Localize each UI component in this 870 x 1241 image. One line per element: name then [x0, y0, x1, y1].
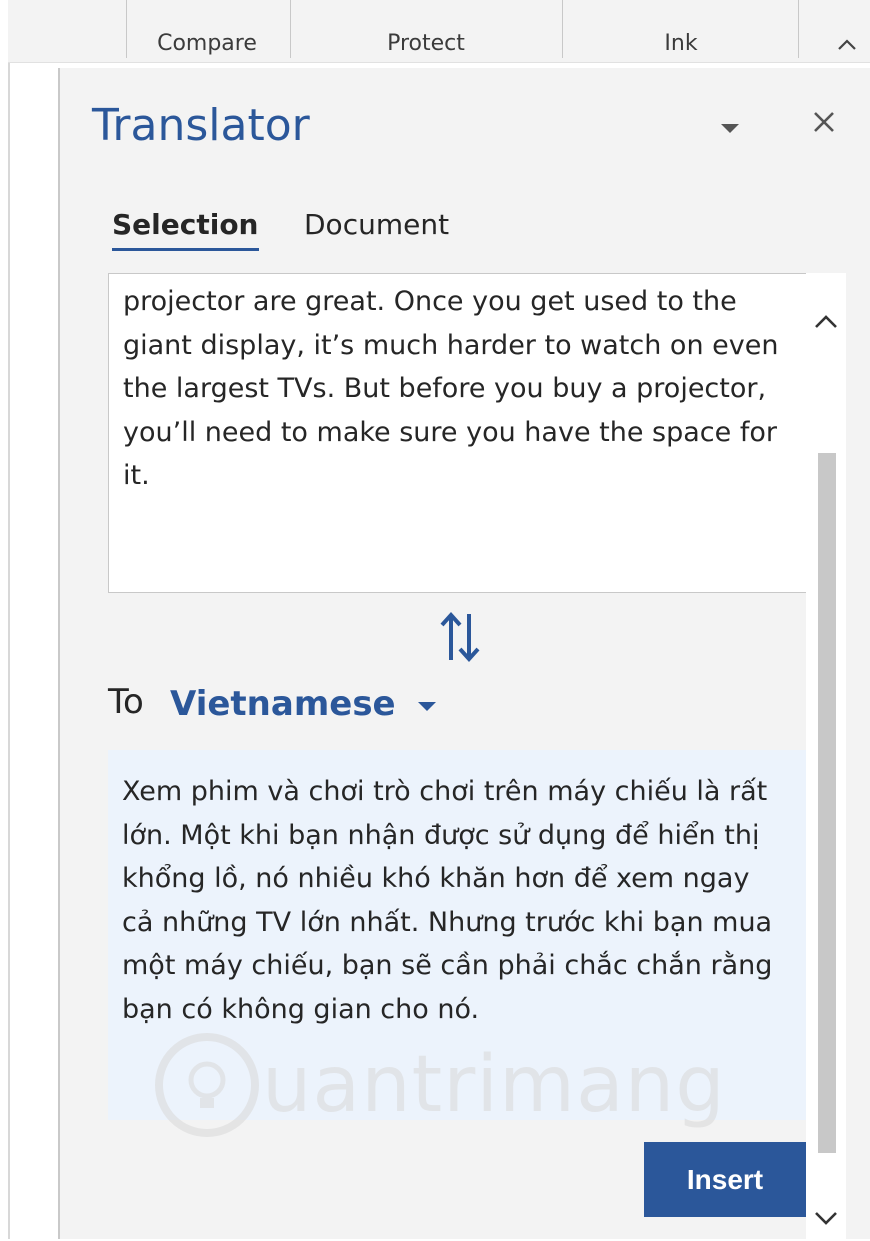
- insert-button[interactable]: Insert: [644, 1142, 806, 1217]
- translated-text: Xem phim và chơi trò chơi trên máy chiếu…: [122, 776, 773, 1025]
- tab-selection[interactable]: Selection: [112, 208, 259, 251]
- translated-text-box: Xem phim và chơi trò chơi trên máy chiếu…: [108, 750, 806, 1120]
- pane-options-button[interactable]: [710, 108, 750, 148]
- chevron-down-icon: [815, 1212, 837, 1225]
- to-label: To: [108, 682, 144, 722]
- ribbon-group-label: Compare: [157, 31, 257, 56]
- pane-title: Translator: [92, 100, 310, 151]
- collapse-ribbon-button[interactable]: [834, 32, 860, 56]
- ribbon-group-label: Protect: [387, 31, 465, 56]
- target-language-value: Vietnamese: [170, 684, 396, 724]
- ribbon-group-compare[interactable]: Compare: [126, 0, 287, 58]
- scroll-thumb[interactable]: [818, 453, 836, 1153]
- close-icon: [814, 112, 834, 132]
- source-text: projector are great. Once you get used t…: [123, 286, 779, 491]
- close-pane-button[interactable]: [804, 102, 844, 142]
- tab-document[interactable]: Document: [304, 208, 449, 241]
- source-text-box[interactable]: projector are great. Once you get used t…: [108, 273, 807, 593]
- pane-scrollbar[interactable]: [806, 273, 846, 1239]
- ribbon-group-protect[interactable]: Protect: [290, 0, 561, 58]
- scroll-up-button[interactable]: [806, 303, 846, 339]
- translator-pane: Translator Selection Document projector …: [58, 68, 870, 1239]
- window-edge: [8, 0, 10, 1239]
- caret-down-icon: [721, 124, 739, 133]
- ribbon-group-label: Ink: [664, 31, 698, 56]
- caret-down-icon: [417, 702, 436, 711]
- target-language-select[interactable]: Vietnamese: [170, 682, 438, 726]
- scroll-down-button[interactable]: [806, 1201, 846, 1237]
- swap-languages-button[interactable]: [436, 608, 484, 666]
- ribbon: Compare Protect Ink: [8, 0, 870, 63]
- swap-arrows-icon: [440, 612, 480, 662]
- chevron-up-icon: [815, 315, 837, 328]
- ribbon-group-ink[interactable]: Ink: [562, 0, 799, 58]
- chevron-up-icon: [838, 39, 856, 50]
